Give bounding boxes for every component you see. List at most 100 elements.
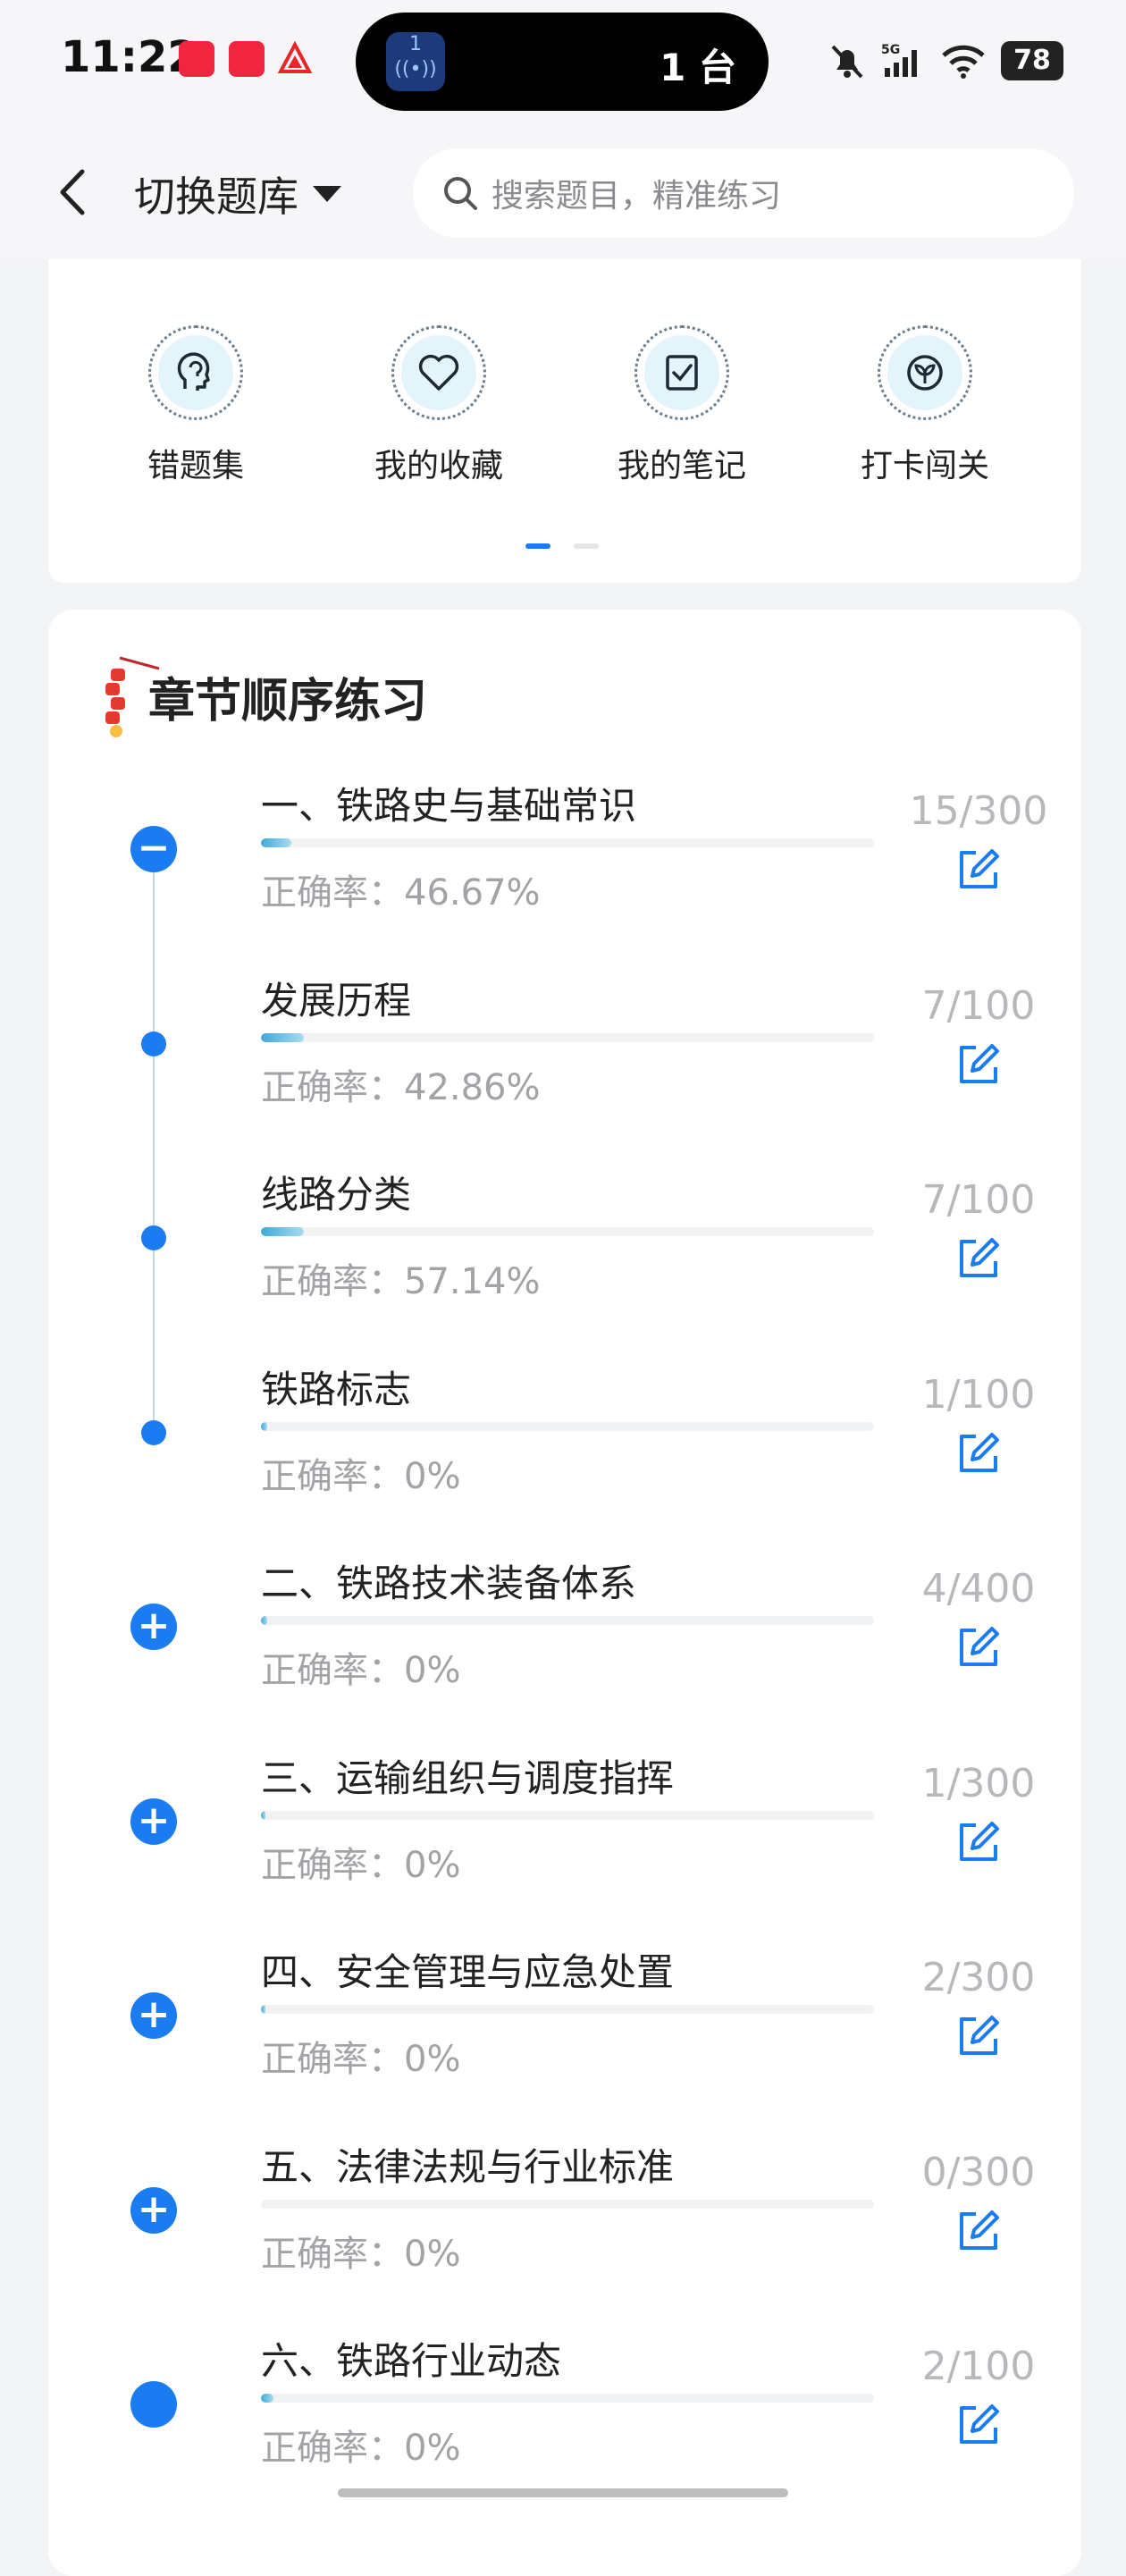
question-count: 7/100 — [921, 982, 1036, 1029]
question-count: 1/300 — [921, 1760, 1036, 1806]
progress-bar — [261, 1421, 874, 1431]
chapter-dot-icon[interactable] — [130, 2381, 177, 2428]
search-icon — [444, 177, 477, 210]
accuracy-text: 正确率：0% — [261, 1650, 461, 1691]
progress-fill — [261, 838, 292, 847]
switch-bank-label: 切换题库 — [134, 173, 298, 221]
tool-label: 我的笔记 — [617, 448, 746, 484]
signal-5g-icon: 5G — [881, 43, 917, 77]
progress-fill — [261, 1032, 305, 1042]
chapter-row[interactable]: 线路分类 正确率：57.14% 7/100 — [0, 1165, 1126, 1360]
chapter-title: 五、法律法规与行业标准 — [261, 2144, 675, 2189]
tool-wrong-questions[interactable]: 错题集 — [93, 325, 298, 486]
edit-practice-icon[interactable] — [953, 2205, 1004, 2257]
carousel-pager[interactable] — [525, 543, 599, 549]
question-count: 1/100 — [921, 1371, 1036, 1418]
progress-fill — [261, 2394, 273, 2403]
chapter-title: 六、铁路行业动态 — [261, 2339, 562, 2383]
expand-plus-icon[interactable]: + — [130, 1992, 177, 2039]
home-indicator[interactable] — [338, 2488, 788, 2497]
dynamic-island[interactable]: 1 ((•)) 1 台 — [356, 13, 769, 111]
progress-bar — [261, 2005, 874, 2014]
edit-practice-icon[interactable] — [953, 1816, 1004, 1868]
chapter-title: 三、运输组织与调度指挥 — [261, 1755, 675, 1800]
tool-notes[interactable]: 我的笔记 — [579, 325, 785, 486]
search-input[interactable]: 搜索题目，精准练习 — [413, 148, 1074, 238]
accuracy-text: 正确率：57.14% — [261, 1261, 541, 1302]
tool-label: 打卡闯关 — [860, 448, 989, 484]
edit-practice-icon[interactable] — [953, 1427, 1004, 1479]
status-icons: 5G 78 — [828, 36, 1063, 86]
progress-fill — [261, 1810, 266, 1820]
quick-tools-card: 错题集 我的收藏 我的笔记 打卡闯关 — [48, 259, 1081, 583]
heart-icon — [418, 354, 459, 391]
question-count: 15/300 — [909, 788, 1048, 834]
pager-dot[interactable] — [574, 543, 599, 549]
status-time: 11:22 — [61, 32, 197, 82]
edit-practice-icon[interactable] — [953, 1621, 1004, 1673]
edit-practice-icon[interactable] — [953, 2399, 1004, 2451]
chapter-row[interactable]: − 一、铁路史与基础常识 正确率：46.67% 15/300 — [0, 776, 1126, 971]
progress-bar — [261, 1032, 874, 1042]
progress-fill — [261, 1616, 267, 1625]
progress-fill — [261, 1227, 305, 1236]
progress-bar — [261, 838, 874, 847]
expand-plus-icon[interactable]: + — [130, 1604, 177, 1650]
back-arrow-icon[interactable] — [50, 161, 95, 223]
tool-label: 错题集 — [147, 448, 244, 484]
edit-practice-icon[interactable] — [953, 1233, 1004, 1284]
progress-bar — [261, 2199, 874, 2209]
chapter-row[interactable]: 发展历程 正确率：42.86% 7/100 — [0, 971, 1126, 1166]
accuracy-text: 正确率：0% — [261, 1844, 461, 1886]
xiaohongshu-app-icon-2 — [229, 41, 265, 77]
chapter-title: 铁路标志 — [261, 1367, 412, 1411]
chapter-row[interactable]: 铁路标志正确率：0% 1/100 — [0, 1360, 1126, 1554]
chapter-row[interactable]: + 二、铁路技术装备体系 正确率：0% 4/400 — [0, 1553, 1126, 1748]
chapter-title: 四、安全管理与应急处置 — [261, 1950, 675, 1994]
xiaohongshu-app-icon — [179, 41, 214, 77]
chapter-title: 二、铁路技术装备体系 — [261, 1562, 637, 1605]
accuracy-text: 正确率：0% — [261, 1455, 461, 1497]
island-text: 1 台 — [660, 46, 736, 89]
expand-plus-icon[interactable]: + — [130, 2186, 177, 2234]
note-check-icon — [666, 355, 698, 391]
chapter-title: 线路分类 — [261, 1173, 412, 1216]
timeline-dot-icon — [141, 1419, 166, 1445]
sprout-icon — [907, 355, 943, 391]
accuracy-text: 正确率：0% — [261, 2428, 461, 2469]
edit-practice-icon[interactable] — [953, 844, 1004, 896]
progress-bar — [261, 1227, 874, 1236]
edit-practice-icon[interactable] — [953, 2010, 1004, 2062]
edit-practice-icon[interactable] — [953, 1039, 1004, 1090]
chapter-row[interactable]: + 四、安全管理与应急处置 正确率：0% 2/300 — [0, 1942, 1126, 2137]
progress-bar — [261, 2394, 874, 2403]
chapter-title: 一、铁路史与基础常识 — [261, 784, 637, 828]
question-count: 0/300 — [921, 2149, 1036, 2195]
bell-muted-icon — [831, 45, 863, 79]
red-triangle-app-icon — [277, 40, 313, 77]
progress-bar — [261, 1810, 874, 1820]
search-placeholder: 搜索题目，精准练习 — [492, 178, 782, 215]
pager-dot-active[interactable] — [525, 543, 550, 549]
head-icon — [177, 352, 210, 391]
accuracy-text: 正确率：0% — [261, 2039, 461, 2080]
dropdown-caret-icon — [313, 186, 341, 202]
timeline-dot-icon — [141, 1225, 166, 1250]
chapter-row[interactable]: + 五、法律法规与行业标准 正确率：0% 0/300 — [0, 2137, 1126, 2332]
tool-favorites[interactable]: 我的收藏 — [336, 325, 542, 486]
nfc-badge-icon: 1 ((•)) — [386, 32, 445, 91]
tool-checkin[interactable]: 打卡闯关 — [822, 325, 1028, 486]
accuracy-text: 正确率：46.67% — [261, 872, 541, 913]
timeline-dot-icon — [141, 1031, 166, 1056]
expand-plus-icon[interactable]: + — [130, 1797, 177, 1845]
switch-question-bank-button[interactable]: 切换题库 — [134, 164, 341, 223]
svg-text:5G: 5G — [881, 43, 900, 57]
question-count: 4/400 — [921, 1566, 1036, 1612]
chapter-title: 发展历程 — [261, 978, 412, 1023]
section-title: 章节顺序练习 — [148, 675, 428, 728]
question-count: 2/100 — [921, 2344, 1036, 2389]
collapse-minus-icon[interactable]: − — [130, 826, 177, 872]
progress-fill — [261, 2005, 266, 2014]
chapter-row[interactable]: + 三、运输组织与调度指挥 正确率：0% 1/300 — [0, 1748, 1126, 1943]
battery-indicator: 78 — [1001, 41, 1063, 80]
